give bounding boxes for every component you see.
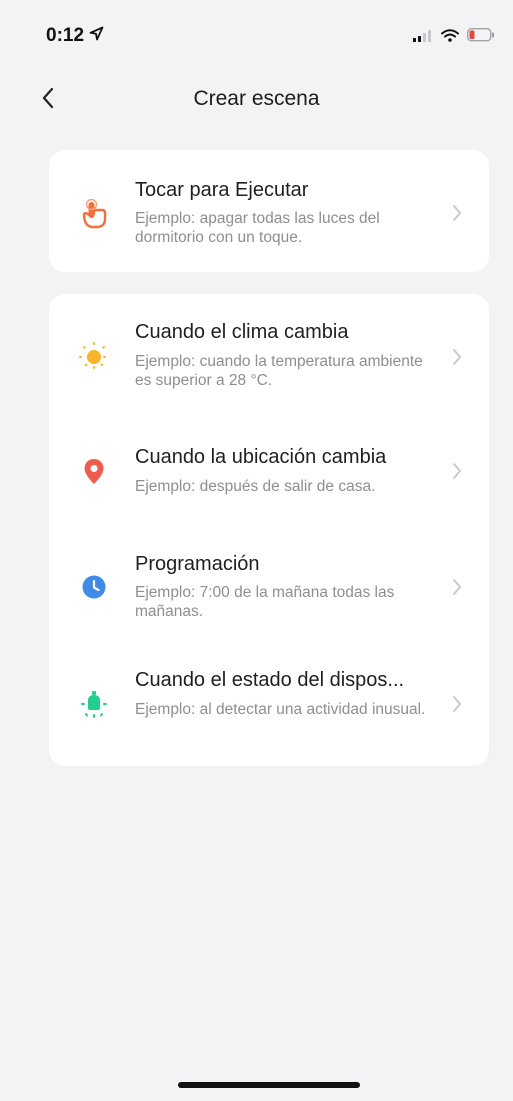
status-icons (413, 28, 495, 47)
list-item-device-status[interactable]: Cuando el estado del dispos... Ejemplo: … (49, 642, 489, 766)
location-pin-icon (79, 457, 109, 487)
sun-icon (79, 342, 109, 372)
chevron-right-icon (449, 347, 465, 367)
chevron-right-icon (449, 203, 465, 223)
chevron-right-icon (449, 577, 465, 597)
row-title: Cuando el estado del dispos... (135, 669, 405, 691)
cellular-signal-icon (413, 29, 433, 47)
list-item-weather[interactable]: Cuando el clima cambia Ejemplo: cuando l… (49, 294, 489, 420)
status-time: 0:12 (46, 25, 85, 46)
row-title: Tocar para Ejecutar (135, 179, 309, 201)
row-description: Ejemplo: al detectar una actividad inusu… (135, 701, 426, 718)
row-title: Cuando el clima cambia (135, 321, 349, 343)
chevron-right-icon (449, 461, 465, 481)
device-bulb-icon (79, 690, 109, 720)
battery-low-icon (467, 28, 495, 47)
row-description: Ejemplo: cuando la temperatura ambiente … (135, 353, 423, 389)
row-title: Cuando la ubicación cambia (135, 446, 387, 468)
home-indicator[interactable] (178, 1082, 360, 1088)
wifi-icon (441, 28, 459, 47)
clock-icon (79, 572, 109, 602)
chevron-right-icon (449, 694, 465, 714)
manual-scene-card: Tocar para Ejecutar Ejemplo: apagar toda… (49, 150, 489, 272)
row-title: Programación (135, 553, 260, 575)
location-arrow-icon (89, 25, 104, 47)
navigation-bar: Crear escena (0, 78, 513, 122)
row-description: Ejemplo: apagar todas las luces del dorm… (135, 210, 380, 246)
row-description: Ejemplo: 7:00 de la mañana todas las mañ… (135, 584, 395, 620)
list-item-location[interactable]: Cuando la ubicación cambia Ejemplo: desp… (49, 420, 489, 528)
tap-hand-icon (79, 199, 109, 229)
list-item-tap-to-run[interactable]: Tocar para Ejecutar Ejemplo: apagar toda… (49, 150, 489, 272)
status-bar: 0:12 (0, 0, 513, 60)
row-description: Ejemplo: después de salir de casa. (135, 478, 376, 495)
page-title: Crear escena (193, 87, 320, 110)
automation-conditions-card: Cuando el clima cambia Ejemplo: cuando l… (49, 294, 489, 766)
list-item-schedule[interactable]: Programación Ejemplo: 7:00 de la mañana … (49, 528, 489, 642)
status-time-group: 0:12 (46, 25, 104, 47)
